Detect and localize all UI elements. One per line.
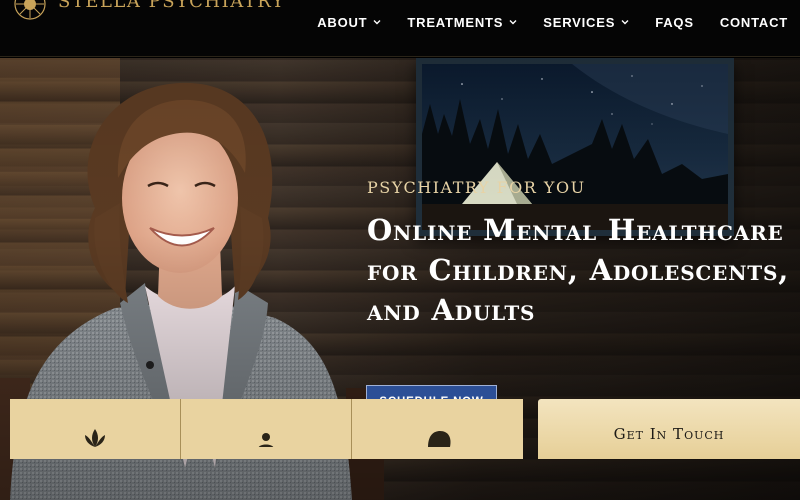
nav-item-about[interactable]: ABOUT [304,14,394,30]
hero-eyebrow: Psychiatry For You [367,178,586,197]
hero-headline: Online Mental Healthcare for Children, A… [367,213,790,327]
nav-item-services[interactable]: SERVICES [530,14,642,30]
get-in-touch-title: Get In Touch [613,425,725,443]
main-nav: ABOUT TREATMENTS SERVICES FAQS CONTACT [304,14,788,30]
get-in-touch-panel[interactable]: Get In Touch [538,399,800,459]
nav-item-treatments[interactable]: TREATMENTS [394,14,530,30]
service-cards [10,399,524,459]
service-card[interactable] [352,399,523,459]
chevron-down-icon [373,20,381,25]
nav-item-contact[interactable]: CONTACT [707,14,788,30]
chevron-down-icon [621,20,629,25]
service-card[interactable] [181,399,352,459]
site-header: Stella Psychiatry ABOUT TREATMENTS SERVI… [0,0,800,57]
nav-item-label: CONTACT [719,14,788,30]
sun-star-icon [14,0,46,20]
person-icon [258,433,274,447]
nav-item-faqs[interactable]: FAQS [642,14,707,30]
chevron-down-icon [509,20,517,25]
service-card[interactable] [10,399,181,459]
nav-item-label: SERVICES [543,14,616,30]
night-camping-image [422,64,728,230]
brand-name: Stella Psychiatry [58,0,286,12]
head-icon [427,431,451,447]
nav-item-label: TREATMENTS [407,14,504,30]
lotus-icon [85,429,105,447]
nav-item-label: ABOUT [317,14,368,30]
nav-item-label: FAQS [655,14,694,30]
site-logo[interactable]: Stella Psychiatry [10,0,284,20]
